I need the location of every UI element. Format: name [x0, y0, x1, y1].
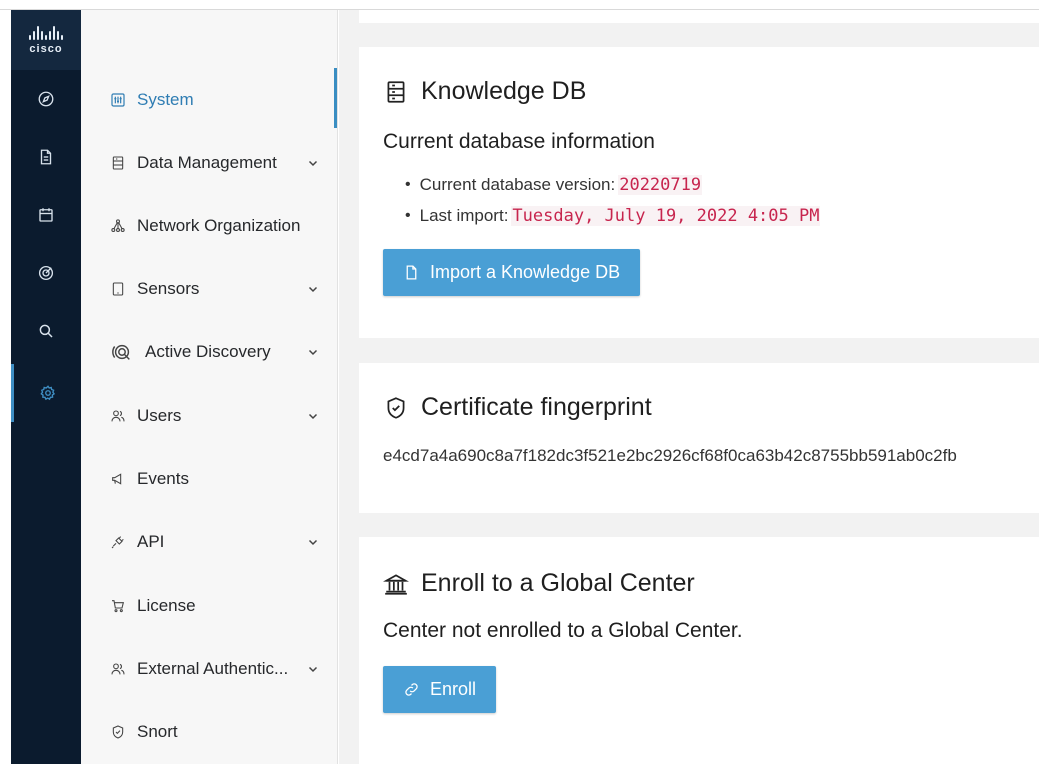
global-center-title: Enroll to a Global Center — [383, 569, 695, 598]
nav-item-data-management[interactable]: Data Management — [81, 133, 337, 193]
chevron-down-icon — [308, 666, 318, 673]
database-info-list: Current database version: 20220719 Last … — [405, 169, 821, 231]
left-strip — [0, 10, 11, 764]
icon-rail: cisco — [11, 10, 81, 764]
users-icon — [111, 663, 125, 675]
database-icon — [112, 156, 124, 170]
cisco-logo-bars-icon — [29, 25, 63, 40]
nav-item-system[interactable]: System — [81, 70, 337, 130]
database-info-heading: Current database information — [383, 130, 655, 153]
sliders-icon — [111, 93, 125, 107]
certificate-fingerprint-value: e4cd7a4a690c8a7f182dc3f521e2bc2926cf68f0… — [383, 446, 957, 465]
cart-icon — [112, 600, 125, 613]
rail-item-search[interactable] — [11, 302, 81, 360]
chevron-down-icon — [308, 160, 318, 167]
link-icon — [405, 683, 418, 696]
nav-label-license: License — [137, 596, 196, 615]
rail-item-reports[interactable] — [11, 128, 81, 186]
database-version-value: 20220719 — [618, 174, 703, 195]
compass-icon — [38, 91, 54, 107]
nav-label-users: Users — [137, 406, 182, 425]
database-icon — [387, 80, 405, 103]
network-icon — [111, 219, 125, 233]
import-knowledge-db-label: Import a Knowledge DB — [430, 262, 621, 282]
bank-icon — [383, 573, 409, 595]
nav-label-sensors: Sensors — [137, 279, 200, 298]
rail-item-events[interactable] — [11, 186, 81, 244]
gear-icon — [39, 385, 55, 401]
nav-label-system: System — [137, 90, 194, 109]
rail-item-explore[interactable] — [11, 70, 81, 128]
rail-item-detection[interactable] — [11, 244, 81, 302]
chevron-down-icon — [308, 286, 318, 293]
global-center-title-text: Enroll to a Global Center — [421, 569, 695, 597]
nav-item-network-organization[interactable]: Network Organization — [81, 196, 337, 256]
plug-icon — [111, 536, 124, 549]
certificate-title-text: Certificate fingerprint — [421, 393, 652, 421]
search-icon — [39, 324, 53, 338]
nav-item-sensors[interactable]: Sensors — [81, 259, 337, 319]
database-version-label: Current database version: — [419, 174, 616, 194]
nav-label-api: API — [137, 532, 165, 551]
chevron-down-icon — [308, 413, 318, 420]
target-icon — [38, 265, 54, 281]
sub-navigation: System Data Management Network Organizat… — [81, 10, 338, 764]
nav-item-active-discovery[interactable]: Active Discovery — [81, 322, 337, 382]
top-border — [0, 0, 1039, 10]
last-import-item: Last import: Tuesday, July 19, 2022 4:05… — [405, 200, 821, 231]
nav-label-snort: Snort — [137, 722, 178, 741]
megaphone-icon — [112, 473, 122, 485]
shield-check-icon — [387, 396, 405, 419]
nav-label-network-organization: Network Organization — [137, 216, 301, 235]
file-icon — [406, 265, 417, 280]
global-center-status: Center not enrolled to a Global Center. — [383, 619, 743, 642]
import-knowledge-db-button[interactable]: Import a Knowledge DB — [383, 249, 641, 296]
enroll-label: Enroll — [430, 679, 477, 699]
nav-item-users[interactable]: Users — [81, 386, 337, 446]
rail-item-admin[interactable] — [11, 364, 81, 422]
nav-label-external-authentication: External Authentic... — [137, 659, 289, 678]
document-icon — [40, 149, 52, 165]
shield-icon — [112, 725, 124, 739]
chevron-down-icon — [308, 349, 318, 356]
database-version-item: Current database version: 20220719 — [405, 169, 820, 200]
enroll-button[interactable]: Enroll — [383, 666, 497, 713]
card-previous-bottom — [359, 10, 1039, 23]
knowledge-db-card: Knowledge DB Current database informatio… — [359, 47, 1039, 338]
last-import-value: Tuesday, July 19, 2022 4:05 PM — [511, 205, 821, 226]
nav-item-license[interactable]: License — [81, 576, 337, 636]
last-import-label: Last import: — [419, 205, 509, 225]
cisco-logo[interactable]: cisco — [11, 10, 81, 70]
nav-label-active-discovery: Active Discovery — [145, 342, 271, 361]
nav-item-snort[interactable]: Snort — [81, 702, 337, 762]
nav-item-api[interactable]: API — [81, 512, 337, 572]
users-icon — [111, 410, 125, 422]
tablet-icon — [112, 282, 124, 296]
calendar-icon — [39, 208, 53, 222]
global-center-card: Enroll to a Global Center Center not enr… — [359, 537, 1039, 764]
knowledge-db-title-text: Knowledge DB — [421, 77, 587, 105]
chevron-down-icon — [308, 539, 318, 546]
main-content: Knowledge DB Current database informatio… — [339, 10, 1039, 764]
nav-label-events: Events — [137, 469, 189, 488]
nav-label-data-management: Data Management — [137, 153, 277, 172]
radar-icon — [112, 344, 130, 360]
certificate-title: Certificate fingerprint — [383, 393, 652, 422]
nav-item-external-authentication[interactable]: External Authentic... — [81, 639, 337, 699]
cisco-logo-text: cisco — [29, 42, 63, 55]
knowledge-db-title: Knowledge DB — [383, 77, 586, 106]
nav-item-events[interactable]: Events — [81, 449, 337, 509]
certificate-card: Certificate fingerprint e4cd7a4a690c8a7f… — [359, 363, 1039, 513]
